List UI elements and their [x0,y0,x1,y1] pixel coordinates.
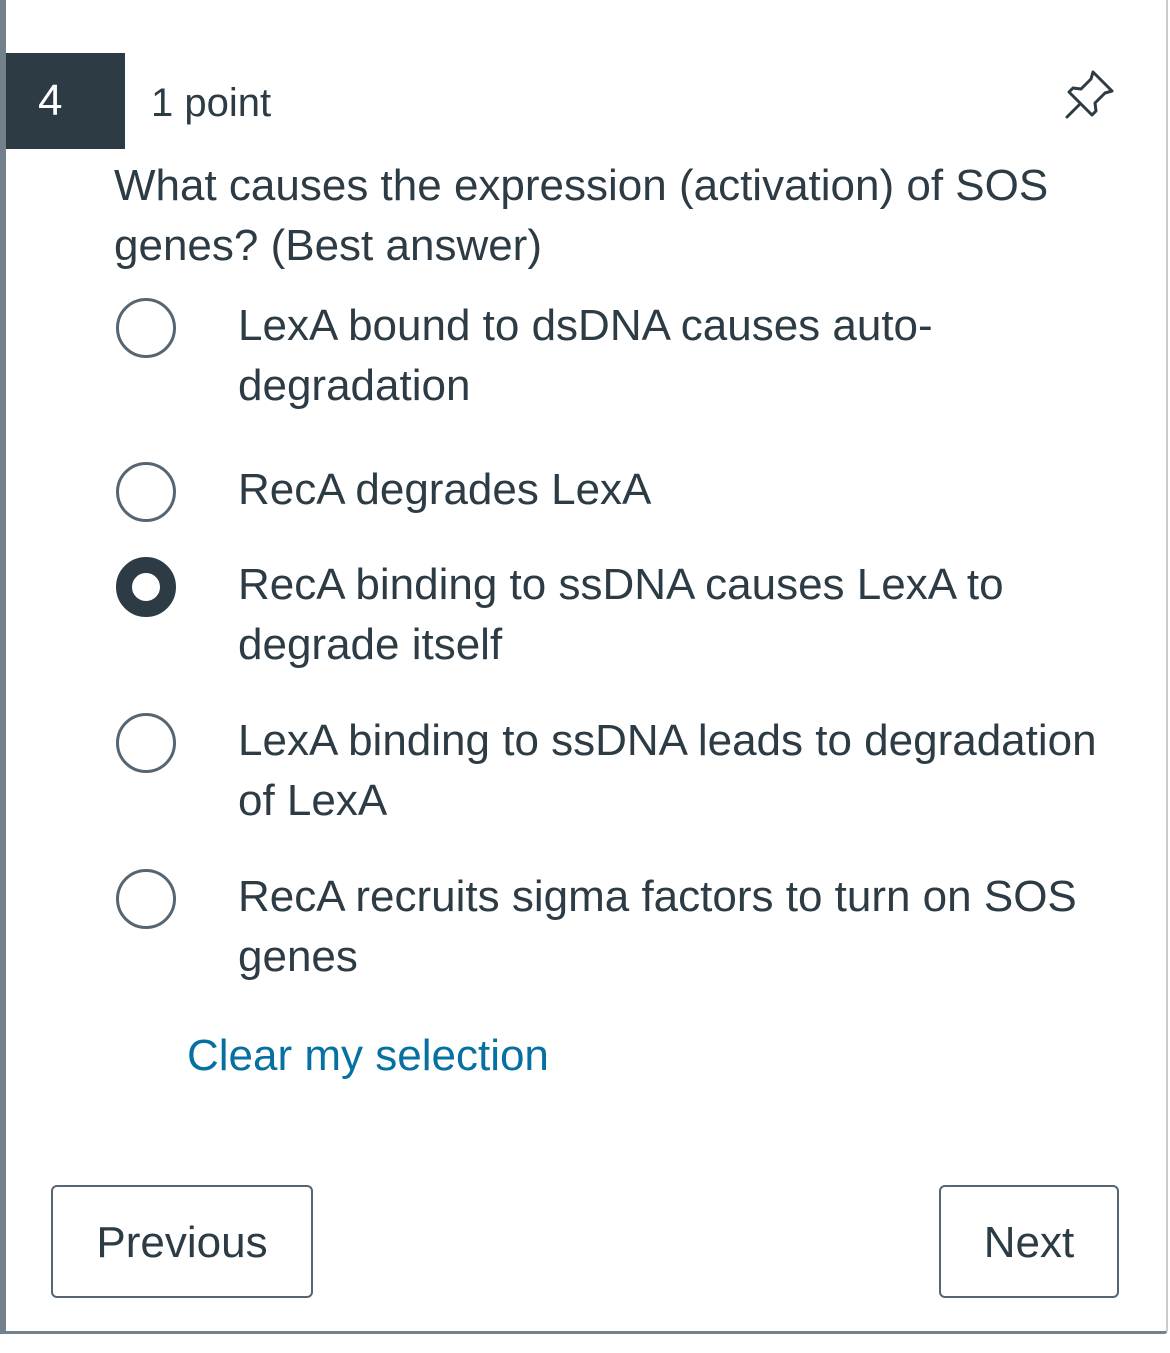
question-text: What causes the expression (activation) … [114,161,1049,270]
quiz-page: 4 1 point What causes the expression (ac… [0,0,1170,1353]
question-number: 4 [6,53,125,149]
previous-button[interactable]: Previous [51,1185,313,1298]
pin-icon[interactable] [1060,66,1120,126]
answer-label[interactable]: LexA binding to ssDNA leads to degradati… [238,711,1138,831]
answer-label[interactable]: RecA binding to ssDNA causes LexA to deg… [238,555,1138,675]
question-points: 1 point [151,81,272,125]
radio-button[interactable] [116,869,176,929]
radio-button-selected[interactable] [116,557,176,617]
radio-button[interactable] [116,298,176,358]
answer-label[interactable]: RecA degrades LexA [238,460,1138,520]
answer-label[interactable]: RecA recruits sigma factors to turn on S… [238,867,1138,987]
radio-button[interactable] [116,713,176,773]
answer-label[interactable]: LexA bound to dsDNA causes auto-degradat… [238,296,1138,416]
clear-selection-link[interactable]: Clear my selection [187,1026,549,1086]
radio-button[interactable] [116,462,176,522]
next-button[interactable]: Next [939,1185,1119,1298]
